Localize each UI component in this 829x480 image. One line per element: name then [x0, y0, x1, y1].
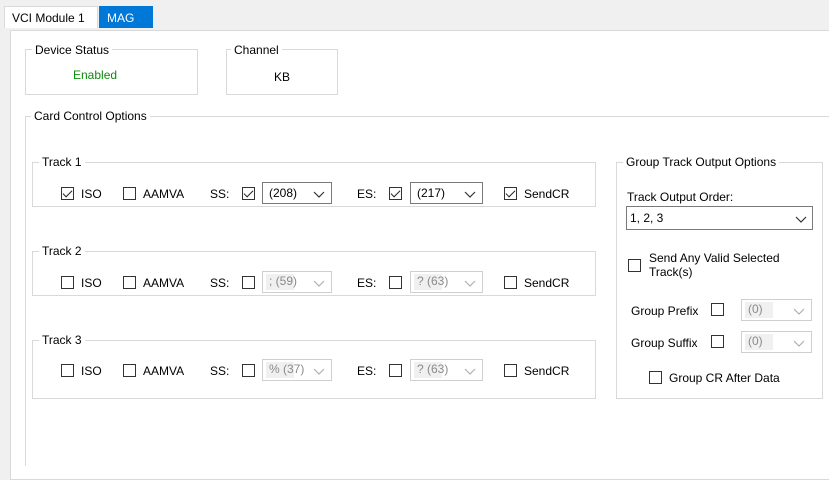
- track-3-es-value: ? (63): [414, 362, 448, 378]
- chevron-down-icon: [464, 365, 476, 375]
- track-2-sendcr-label: SendCR: [524, 276, 570, 290]
- track-1-sendcr-checkbox[interactable]: [504, 187, 517, 200]
- tab-label: MAG: [107, 11, 135, 25]
- track-3-ss-label: SS:: [210, 364, 230, 378]
- track-1-title: Track 1: [39, 155, 85, 169]
- track-1-sendcr-label: SendCR: [524, 187, 570, 201]
- track-1-es-dropdown[interactable]: (217): [410, 182, 483, 204]
- track-2-ss-value: ; (59): [266, 274, 297, 290]
- chevron-down-icon: [795, 213, 807, 223]
- chevron-down-icon: [313, 277, 325, 287]
- track-2-ss-label: SS:: [210, 276, 230, 290]
- track-2-sendcr-checkbox[interactable]: [504, 276, 517, 289]
- tab-label: VCI Module 1: [12, 11, 85, 25]
- device-status-value: Enabled: [73, 68, 118, 82]
- group-prefix-value: (0): [745, 302, 773, 318]
- track-1-aamva-label: AAMVA: [143, 187, 185, 201]
- group-suffix-label: Group Suffix: [631, 336, 698, 350]
- track-2-es-label: ES:: [357, 276, 377, 290]
- track-3-title: Track 3: [39, 333, 85, 347]
- group-cr-after-data-label: Group CR After Data: [669, 371, 780, 385]
- group-suffix-value: (0): [745, 334, 773, 350]
- track-2-ss-dropdown[interactable]: ; (59): [262, 271, 332, 293]
- chevron-down-icon: [464, 188, 476, 198]
- track-1-ss-value: (208): [269, 186, 298, 200]
- track-2-title: Track 2: [39, 244, 85, 258]
- group-suffix-dropdown[interactable]: (0): [741, 331, 812, 353]
- track-1-ss-label: SS:: [210, 187, 230, 201]
- track-1-aamva-checkbox[interactable]: [123, 187, 136, 200]
- track-2-ss-checkbox[interactable]: [242, 276, 255, 289]
- group-suffix-checkbox[interactable]: [711, 335, 724, 348]
- track-output-order-dropdown[interactable]: 1, 2, 3: [626, 206, 813, 230]
- group-output-title: Group Track Output Options: [623, 155, 780, 169]
- group-prefix-label: Group Prefix: [631, 304, 699, 318]
- track-3-ss-value: % (37): [266, 362, 304, 378]
- track-3-ss-dropdown[interactable]: % (37): [262, 359, 332, 381]
- track-output-order-label: Track Output Order:: [627, 190, 734, 204]
- send-any-valid-checkbox[interactable]: [628, 259, 641, 272]
- send-any-valid-label-line2: Track(s): [649, 265, 693, 279]
- track-3-es-checkbox[interactable]: [389, 364, 402, 377]
- track-3-iso-checkbox[interactable]: [61, 364, 74, 377]
- send-any-valid-label-line1: Send Any Valid Selected: [649, 251, 780, 265]
- track-2-es-dropdown[interactable]: ? (63): [410, 271, 483, 293]
- group-prefix-dropdown[interactable]: (0): [741, 299, 812, 321]
- track-2-iso-checkbox[interactable]: [61, 276, 74, 289]
- chevron-down-icon: [313, 365, 325, 375]
- chevron-down-icon: [464, 277, 476, 287]
- track-3-iso-label: ISO: [81, 364, 102, 378]
- chevron-down-icon: [313, 188, 325, 198]
- track-3-sendcr-checkbox[interactable]: [504, 364, 517, 377]
- device-status-title: Device Status: [32, 43, 113, 57]
- group-cr-after-data-checkbox[interactable]: [649, 371, 662, 384]
- card-control-title: Card Control Options: [31, 109, 150, 123]
- track-output-order-value: 1, 2, 3: [630, 211, 664, 225]
- track-2-iso-label: ISO: [81, 276, 102, 290]
- channel-value: KB: [274, 70, 291, 84]
- track-3-aamva-checkbox[interactable]: [123, 364, 136, 377]
- track-1-iso-label: ISO: [81, 187, 102, 201]
- track-1-es-checkbox[interactable]: [389, 187, 402, 200]
- track-3-ss-checkbox[interactable]: [242, 364, 255, 377]
- track-1-es-label: ES:: [357, 187, 377, 201]
- track-2-es-checkbox[interactable]: [389, 276, 402, 289]
- track-2-es-value: ? (63): [414, 274, 448, 290]
- tab-mag[interactable]: MAG: [99, 6, 153, 28]
- group-prefix-checkbox[interactable]: [711, 303, 724, 316]
- track-1-ss-dropdown[interactable]: (208): [262, 182, 332, 204]
- chevron-down-icon: [793, 337, 805, 347]
- track-3-es-dropdown[interactable]: ? (63): [410, 359, 483, 381]
- tab-strip: VCI Module 1 MAG: [0, 0, 829, 30]
- tab-vci-module-1[interactable]: VCI Module 1: [4, 6, 98, 28]
- track-2-aamva-label: AAMVA: [143, 276, 185, 290]
- track-1-es-value: (217): [417, 186, 446, 200]
- track-1-iso-checkbox[interactable]: [61, 187, 74, 200]
- track-3-es-label: ES:: [357, 364, 377, 378]
- track-3-sendcr-label: SendCR: [524, 364, 570, 378]
- track-3-aamva-label: AAMVA: [143, 364, 185, 378]
- track-1-ss-checkbox[interactable]: [242, 187, 255, 200]
- chevron-down-icon: [793, 305, 805, 315]
- track-2-aamva-checkbox[interactable]: [123, 276, 136, 289]
- channel-title: Channel: [231, 43, 282, 57]
